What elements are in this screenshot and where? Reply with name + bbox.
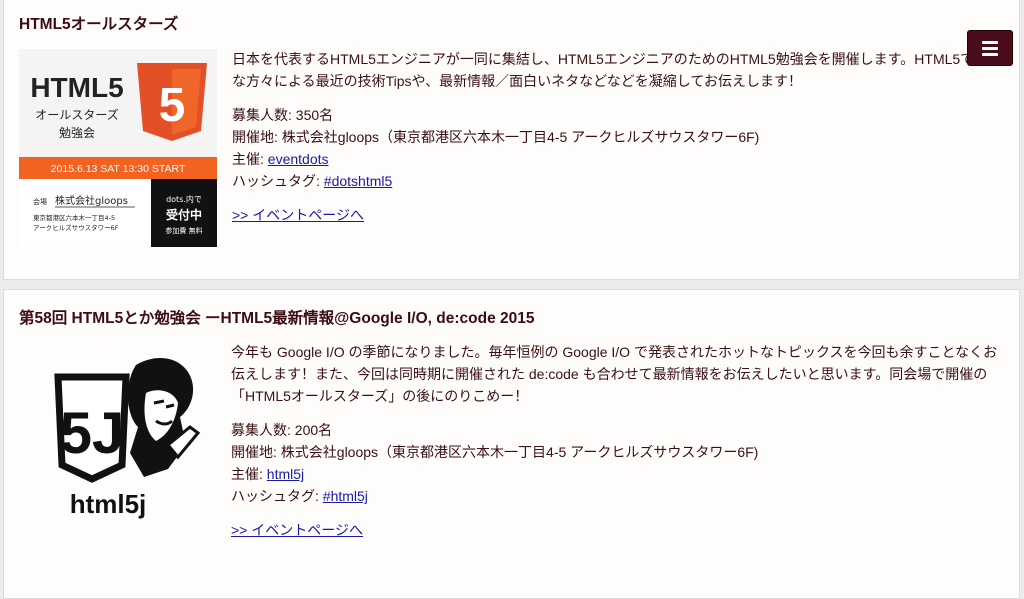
banner-subtitle: オールスターズ bbox=[35, 107, 118, 122]
capacity-value: 200名 bbox=[294, 422, 333, 438]
capacity-value: 350名 bbox=[295, 107, 334, 123]
hashtag-label: ハッシュタグ: bbox=[232, 173, 320, 189]
event-meta: 募集人数: 200名 開催地: 株式会社gloops（東京都港区六本木一丁目4-… bbox=[231, 419, 1001, 507]
banner-venue-tag: 会場 bbox=[33, 197, 47, 206]
event-description: 今年も Google I/O の季節になりました。毎年恒例の Google I/… bbox=[231, 344, 998, 404]
event-description: 日本を代表するHTML5エンジニアが一同に集結し、HTML5エンジニアのためのH… bbox=[232, 51, 1003, 89]
event-details: 日本を代表するHTML5エンジニアが一同に集結し、HTML5エンジニアのためのH… bbox=[232, 48, 1007, 226]
event-link-row: >> イベントページへ bbox=[232, 204, 1007, 226]
venue-value: 株式会社gloops（東京都港区六本木一丁目4-5 アークヒルズサウスタワー6F… bbox=[280, 444, 759, 460]
hamburger-menu-icon-bar bbox=[982, 53, 998, 56]
event-page-link[interactable]: >> イベントページへ bbox=[231, 522, 363, 538]
hashtag-row: ハッシュタグ: #dotshtml5 bbox=[232, 170, 1007, 192]
venue-value: 株式会社gloops（東京都港区六本木一丁目4-5 アークヒルズサウスタワー6F… bbox=[281, 129, 760, 145]
capacity-label: 募集人数: bbox=[231, 422, 291, 438]
event-link-row: >> イベントページへ bbox=[231, 519, 1001, 541]
event-title: HTML5オールスターズ bbox=[19, 16, 179, 33]
venue-row: 開催地: 株式会社gloops（東京都港区六本木一丁目4-5 アークヒルズサウス… bbox=[231, 441, 1001, 463]
shield-number: 5 bbox=[159, 79, 186, 132]
organizer-row: 主催: html5j bbox=[231, 463, 1001, 485]
hamburger-menu-icon-bar bbox=[982, 47, 998, 50]
logo-mark: 5J bbox=[60, 401, 125, 466]
banner-badge-line3: 参加費 無料 bbox=[165, 226, 202, 235]
capacity-label: 募集人数: bbox=[232, 107, 292, 123]
hashtag-label: ハッシュタグ: bbox=[231, 488, 319, 504]
banner-address-2: アークヒルズサウスタワー6F bbox=[33, 223, 119, 232]
event-meta: 募集人数: 350名 開催地: 株式会社gloops（東京都港区六本木一丁目4-… bbox=[232, 104, 1007, 192]
event-page-link[interactable]: >> イベントページへ bbox=[232, 207, 364, 223]
capacity-row: 募集人数: 200名 bbox=[231, 419, 1001, 441]
hamburger-menu-icon bbox=[982, 41, 998, 44]
hamburger-menu-button[interactable] bbox=[967, 30, 1013, 66]
event-details: 今年も Google I/O の季節になりました。毎年恒例の Google I/… bbox=[231, 341, 1001, 541]
banner-badge-line2: 受付中 bbox=[166, 207, 202, 222]
organizer-row: 主催: eventdots bbox=[232, 148, 1007, 170]
banner-address: 東京都港区六本木一丁目4-5 bbox=[33, 213, 115, 222]
organizer-link[interactable]: html5j bbox=[267, 466, 304, 482]
organizer-label: 主催: bbox=[231, 466, 263, 482]
html5-allstars-banner: HTML5 オールスターズ 勉強会 5 2015.6.13 SAT 13:30 … bbox=[19, 49, 217, 247]
venue-label: 開催地: bbox=[231, 444, 277, 460]
event-card: HTML5オールスターズ HTML5 オールスターズ 勉強会 5 2015.6.… bbox=[3, 0, 1020, 280]
banner-venue-name: 株式会社gloops bbox=[55, 194, 128, 207]
venue-row: 開催地: 株式会社gloops（東京都港区六本木一丁目4-5 アークヒルズサウス… bbox=[232, 126, 1007, 148]
html5j-logo: 5J html5j bbox=[18, 341, 216, 539]
hashtag-row: ハッシュタグ: #html5j bbox=[231, 485, 1001, 507]
organizer-label: 主催: bbox=[232, 151, 264, 167]
html5j-logo-image: 5J html5j bbox=[18, 341, 216, 539]
venue-label: 開催地: bbox=[232, 129, 278, 145]
banner-subtitle-2: 勉強会 bbox=[59, 126, 95, 140]
banner-date: 2015.6.13 SAT 13:30 START bbox=[51, 163, 186, 175]
capacity-row: 募集人数: 350名 bbox=[232, 104, 1007, 126]
html5-shield-icon: 5 bbox=[137, 63, 207, 141]
logo-wordmark: html5j bbox=[70, 489, 147, 519]
event-banner-image: HTML5 オールスターズ 勉強会 5 2015.6.13 SAT 13:30 … bbox=[19, 49, 217, 247]
hashtag-link[interactable]: #dotshtml5 bbox=[324, 173, 392, 189]
banner-badge-line1: dots.内で bbox=[166, 194, 202, 204]
event-title: 第58回 HTML5とか勉強会 ーHTML5最新情報@Google I/O, d… bbox=[19, 310, 535, 327]
organizer-link[interactable]: eventdots bbox=[268, 151, 329, 167]
banner-logo-text: HTML5 bbox=[30, 72, 123, 103]
hashtag-link[interactable]: #html5j bbox=[323, 488, 368, 504]
